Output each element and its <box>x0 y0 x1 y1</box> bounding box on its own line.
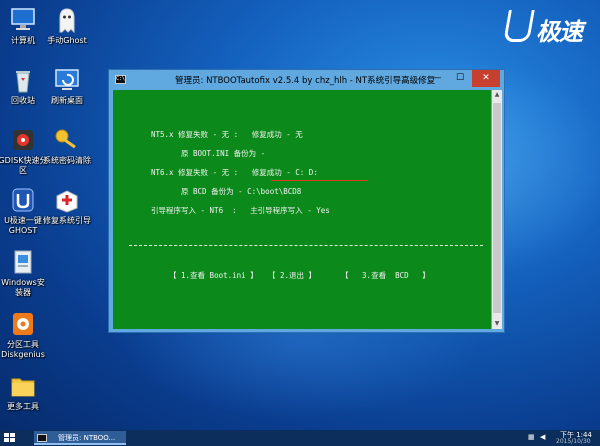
windows-logo-icon <box>4 433 9 437</box>
console-divider <box>129 245 483 246</box>
recycle-bin-icon <box>16 71 30 93</box>
success-underline <box>271 180 368 181</box>
windows-logo-icon <box>10 433 15 437</box>
desktop-icon-label: 分区工具 Diskgenius <box>1 340 45 359</box>
console-line-bootini-backup: 原 BOOT.INI 备份为 - <box>181 149 266 158</box>
start-button[interactable] <box>4 433 16 443</box>
desktop-icon-refresh-desktop[interactable]: 刷新桌面 <box>36 66 98 106</box>
desktop-icon-label: 系统密码清除 <box>43 156 91 165</box>
taskbar: 管理员: NTBOO... ▦ ◀ 下午 1:44 2015/10/30 <box>0 430 600 446</box>
scroll-up-icon[interactable]: ▲ <box>492 90 502 100</box>
diskgenius-icon <box>13 313 33 335</box>
console-line-bcd-backup: 原 BCD 备份为 - C:\boot\BCD8 <box>181 187 302 196</box>
logo-text: 极速 <box>536 18 583 46</box>
vertical-scrollbar[interactable]: ▲ ▼ <box>492 90 502 329</box>
gdisk-icon <box>13 130 33 150</box>
console-app-icon: C:\ <box>115 75 126 84</box>
console-line-nt6: NT6.x 修复失败 - 无 : 修复成功 - C: D: <box>151 168 318 177</box>
desktop-icon-more-tools[interactable]: 更多工具 <box>0 372 54 412</box>
exit-button[interactable]: 【 2.退出 】 <box>268 270 316 281</box>
taskbar-item-label: 管理员: NTBOO... <box>58 434 116 442</box>
window-titlebar[interactable]: C:\ 管理员: NTBOOTautofix v2.5.4 by chz_hlh… <box>109 70 504 90</box>
window-title: 管理员: NTBOOTautofix v2.5.4 by chz_hlh - N… <box>175 76 436 86</box>
folder-icon <box>11 378 35 397</box>
console-line-boot-write: 引导程序写入 - NT6 : 主引导程序写入 - Yes <box>151 206 330 215</box>
desktop-icon-label: 刷新桌面 <box>51 96 83 105</box>
taskbar-item-console[interactable]: 管理员: NTBOO... <box>34 431 126 445</box>
console-line-nt5: NT5.x 修复失败 - 无 : 修复成功 - 无 <box>151 130 303 139</box>
desktop-icon-manual-ghost[interactable]: 手动Ghost <box>36 6 98 46</box>
desktop-icon-password-clear[interactable]: 系统密码清除 <box>36 126 98 166</box>
ntbootautofix-window[interactable]: C:\ 管理员: NTBOOTautofix v2.5.4 by chz_hlh… <box>108 69 505 333</box>
desktop-icon-fix-boot[interactable]: 修复系统引导 <box>36 186 98 226</box>
logo-u-mark <box>503 10 535 42</box>
console-output[interactable]: NT5.x 修复失败 - 无 : 修复成功 - 无 原 BOOT.INI 备份为… <box>113 90 491 329</box>
desktop-icon-diskgenius[interactable]: 分区工具 Diskgenius <box>0 310 54 360</box>
key-icon <box>55 129 76 149</box>
ghost-icon <box>59 8 75 34</box>
view-bootini-button[interactable]: 【 1.查看 Boot.ini 】 <box>169 270 258 281</box>
clock-date[interactable]: 2015/10/30 <box>556 438 591 445</box>
desktop-icon-label: Windows安 装器 <box>1 278 45 297</box>
refresh-desktop-icon <box>55 69 79 90</box>
desktop-icon-label: 修复系统引导 <box>43 216 91 225</box>
windows-logo-icon <box>4 438 9 442</box>
desktop-icon-label: 手动Ghost <box>47 36 87 45</box>
view-bcd-button[interactable]: 【 3.查看 BCD 】 <box>341 270 430 281</box>
computer-icon <box>11 8 35 30</box>
desktop-icon-windows-installer[interactable]: Windows安 装器 <box>0 248 54 298</box>
minimize-button[interactable]: — <box>426 70 448 87</box>
tray-network-icon[interactable]: ▦ <box>528 433 535 441</box>
windows-installer-icon <box>14 250 32 274</box>
desktop-icon-label: 更多工具 <box>7 402 39 411</box>
tray-volume-icon[interactable]: ◀ <box>540 433 545 441</box>
console-task-icon <box>37 434 47 442</box>
windows-logo-icon <box>10 438 15 442</box>
maximize-button[interactable]: ☐ <box>449 70 471 87</box>
u-ghost-icon <box>12 188 34 212</box>
repair-box-icon <box>56 190 78 213</box>
u-jisu-logo: 极速 <box>503 10 592 46</box>
scroll-down-icon[interactable]: ▼ <box>492 319 502 329</box>
scroll-thumb[interactable] <box>493 103 501 313</box>
close-button[interactable]: ✕ <box>472 70 500 87</box>
